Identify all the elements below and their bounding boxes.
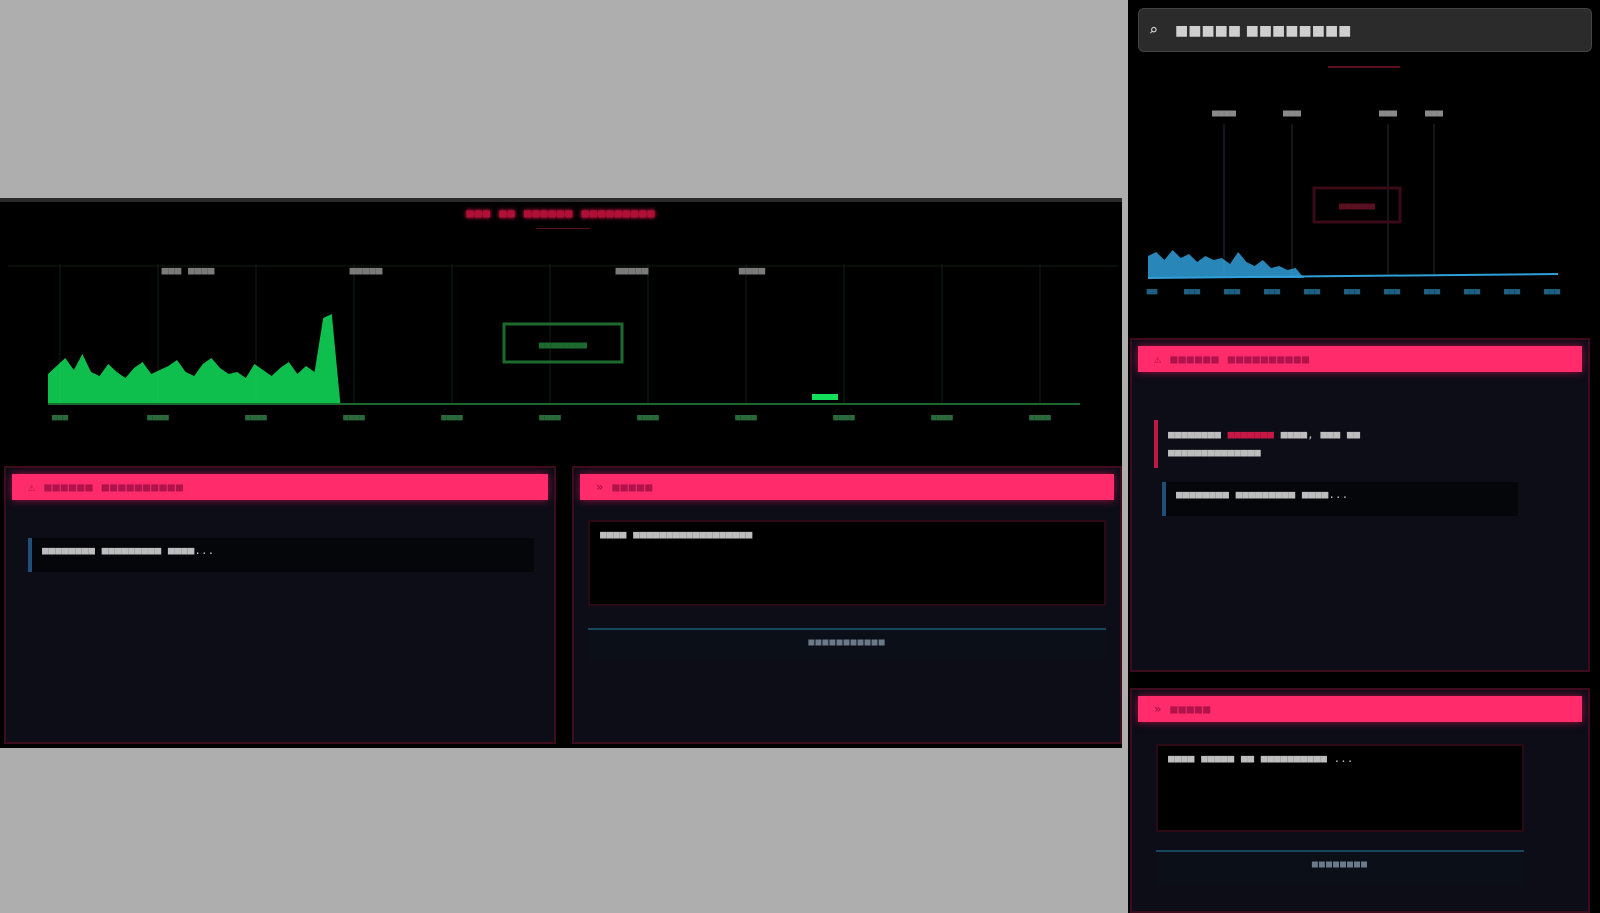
alerts-panel: ⚠ ■■■■■■ ■■■■■■■■■■ ■■■■■■■■ ■■■■■■■■■ ■■… [4,466,556,744]
x-tick-label: ■■■ [52,413,69,423]
title-divider [536,228,590,229]
alert-line-2: ■■■■■■■■■■■■■■ [1168,446,1261,459]
sidebar-alerts-panel: ⚠ ■■■■■■ ■■■■■■■■■■ ■■■■■■■■ ■■■■■■■ ■■■■… [1130,338,1590,672]
sidebar-chart: ■■■■ ■■■ ■■■ ■■■ ■■■■■■ ■■ ■■■ ■■■ ■■■ ■■■ ■■… [1128,80,1600,310]
sidebar-chat-header: » ■■■■■ [1138,696,1582,722]
main-title: ■■■ ■■ ■■■■■■ ■■■■■■■■■ [466,206,656,220]
chat-panel-header: » ■■■■■ [580,474,1114,500]
x-tick-label: ■■■■ [539,413,561,423]
x-tick-label: ■■■■ [245,413,267,423]
x-tick-label: ■■■■ [441,413,463,423]
sidebar-chat-panel: » ■■■■■ ■■■■ ■■■■■ ■■ ■■■■■■■■■■ ... ■■■■… [1130,688,1590,913]
sidebar-chart-area [1148,250,1304,278]
x-tick-label: ■■■■ [833,413,855,423]
search-input[interactable] [1173,19,1577,43]
sidebar-alerts-title: ■■■■■■ ■■■■■■■■■■ [1170,352,1311,366]
sidebar-divider [1328,66,1400,68]
sidebar-send-label: ■■■■■■■■ [1311,859,1369,870]
activity-chart: ■■■ ■■■■ ■■■■■ ■■■■■ ■■■■ ■■■■■■■■ ■■■ ■■… [0,254,1122,436]
activity-area [48,314,345,404]
x-tick-label: ■■■■ [931,413,953,423]
side-top-label-3: ■■■ [1379,108,1397,119]
activity-blip [812,394,838,400]
message-input-text: ■■■■ ■■■■■■■■■■■■■■■■■■ [600,528,753,541]
sidebar-chat-title: ■■■■■ [1170,702,1212,716]
x-tick-label: ■■■ [1344,287,1361,297]
alerts-panel-title: ■■■■■■ ■■■■■■■■■■ [44,480,185,494]
side-top-label-4: ■■■ [1425,108,1443,119]
sidebar-send-button[interactable]: ■■■■■■■■ [1156,850,1524,886]
x-tick-label: ■■■■ [343,413,365,423]
x-tick-label: ■■ [1147,287,1158,297]
send-button-label: ■■■■■■■■■■■ [808,637,886,648]
sidebar-message-input[interactable]: ■■■■ ■■■■■ ■■ ■■■■■■■■■■ ... [1156,744,1524,832]
x-tick-label: ■■■■ [147,413,169,423]
x-tick-label: ■■■ [1424,287,1441,297]
activity-chart-svg: ■■■ ■■■■ ■■■■■ ■■■■■ ■■■■ ■■■■■■■■ ■■■ ■■… [8,264,1118,423]
sidebar-alerts-header: ⚠ ■■■■■■ ■■■■■■■■■■ [1138,346,1582,372]
top-label-1: ■■■ ■■■■ [162,264,215,277]
chat-icon: » [1154,702,1163,716]
sidebar-chart-svg: ■■■■ ■■■ ■■■ ■■■ ■■■■■■ ■■ ■■■ ■■■ ■■■ ■■■ ■■… [1147,108,1561,297]
alert-message[interactable]: ■■■■■■■■ ■■■■■■■■■ ■■■■... [28,538,534,572]
top-label-4: ■■■■ [739,264,766,277]
chart-center-label: ■■■■■■■■ [539,340,587,351]
alerts-panel-header: ⚠ ■■■■■■ ■■■■■■■■■■ [12,474,548,500]
alert-highlight: ■■■■■■■ [1227,428,1274,441]
x-tick-label: ■■■ [1504,287,1521,297]
search-bar[interactable]: ⌕ [1138,8,1592,52]
x-tick-label: ■■■ [1304,287,1321,297]
alert-message-text: ■■■■■■■■ ■■■■■■■■■ ■■■■... [42,544,215,557]
search-icon: ⌕ [1149,21,1159,39]
chat-panel-title: ■■■■■ [612,480,654,494]
top-label-3: ■■■■■ [615,264,648,277]
warning-icon: ⚠ [28,480,37,494]
side-top-label-2: ■■■ [1283,108,1301,119]
send-button[interactable]: ■■■■■■■■■■■ [588,628,1106,660]
sidebar-message-input-text: ■■■■ ■■■■■ ■■ ■■■■■■■■■■ ... [1168,752,1354,765]
sidebar-alert-message[interactable]: ■■■■■■■■ ■■■■■■■■■ ■■■■... [1162,482,1518,516]
top-label-2: ■■■■■ [349,264,382,277]
sidebar: ⌕ ■■■■ ■ ■■ ■■■ ■■■ ■■■■ ■■ ■ ■■■ ■■■ ■■■■■■ ■… [1128,0,1600,913]
x-tick-label: ■■■■ [735,413,757,423]
warning-icon: ⚠ [1154,352,1163,366]
chat-panel: » ■■■■■ ■■■■ ■■■■■■■■■■■■■■■■■■ ■■■■■■■■■… [572,466,1122,744]
alert-rest: ■■■■, ■■■ ■■ [1280,428,1361,441]
side-top-label-1: ■■■■ [1212,108,1236,119]
x-tick-label: ■■■■ [1029,413,1051,423]
alert-prefix: ■■■■■■■■ [1168,428,1221,441]
x-tick-label: ■■■ [1544,287,1561,297]
x-tick-label: ■■■ [1384,287,1401,297]
sidebar-chart-center-label: ■■■■■■ [1339,201,1375,212]
x-tick-label: ■■■ [1464,287,1481,297]
x-tick-label: ■■■ [1264,287,1281,297]
sidebar-alert-item[interactable]: ■■■■■■■■ ■■■■■■■ ■■■■, ■■■ ■■ ■■■■■■■■■■… [1154,420,1574,468]
chat-icon: » [596,480,605,494]
x-tick-label: ■■■ [1184,287,1201,297]
x-tick-label: ■■■ [1224,287,1241,297]
message-input[interactable]: ■■■■ ■■■■■■■■■■■■■■■■■■ [588,520,1106,606]
x-tick-label: ■■■■ [637,413,659,423]
sidebar-alert-message-text: ■■■■■■■■ ■■■■■■■■■ ■■■■... [1176,488,1349,501]
